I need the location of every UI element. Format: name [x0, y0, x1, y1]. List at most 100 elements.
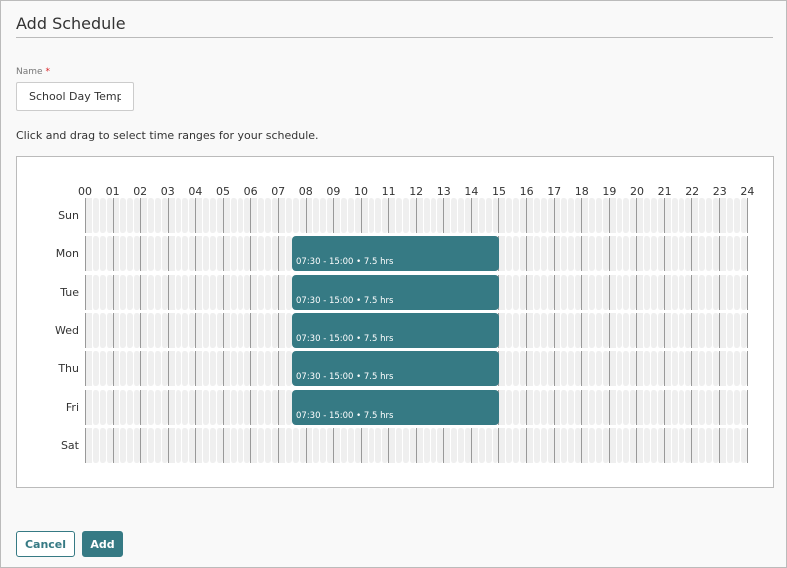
time-slot[interactable] — [650, 427, 657, 463]
time-slot[interactable] — [739, 389, 747, 425]
name-input[interactable] — [16, 82, 134, 111]
time-slot[interactable] — [167, 351, 175, 387]
time-slot[interactable] — [126, 198, 134, 233]
time-slot[interactable] — [732, 274, 740, 310]
time-slot[interactable] — [526, 312, 533, 348]
time-slot[interactable] — [229, 274, 237, 310]
time-slot[interactable] — [119, 198, 127, 233]
time-slot[interactable] — [670, 312, 678, 348]
time-slot[interactable] — [250, 312, 258, 348]
time-slot[interactable] — [691, 427, 699, 463]
time-slot[interactable] — [670, 351, 678, 387]
time-slot[interactable] — [105, 351, 113, 387]
time-slot[interactable] — [105, 389, 113, 425]
time-slot[interactable] — [705, 312, 713, 348]
time-slot[interactable] — [663, 236, 671, 272]
time-slot[interactable] — [243, 389, 251, 425]
time-slot[interactable] — [236, 427, 244, 463]
time-slot[interactable] — [670, 389, 678, 425]
time-slot[interactable] — [181, 389, 189, 425]
time-slot[interactable] — [601, 389, 609, 425]
time-slot[interactable] — [395, 198, 402, 233]
time-slot[interactable] — [656, 198, 664, 233]
time-slot[interactable] — [539, 351, 547, 387]
time-slot[interactable] — [656, 312, 664, 348]
time-slot[interactable] — [271, 427, 278, 463]
time-slot[interactable] — [712, 312, 719, 348]
time-slot[interactable] — [140, 389, 148, 425]
time-slot[interactable] — [271, 351, 278, 387]
time-slot[interactable] — [718, 274, 726, 310]
time-slot[interactable] — [698, 198, 706, 233]
time-slot[interactable] — [85, 312, 92, 348]
time-slot[interactable] — [346, 427, 354, 463]
time-slot[interactable] — [650, 312, 657, 348]
time-slot[interactable] — [291, 198, 299, 233]
time-slot[interactable] — [725, 427, 733, 463]
time-slot[interactable] — [629, 312, 637, 348]
time-slot[interactable] — [546, 427, 554, 463]
time-slot[interactable] — [126, 351, 134, 387]
time-slot[interactable] — [147, 198, 154, 233]
time-slot[interactable] — [601, 427, 609, 463]
time-slot[interactable] — [243, 236, 251, 272]
time-slot[interactable] — [388, 198, 396, 233]
time-slot[interactable] — [98, 427, 106, 463]
time-slot[interactable] — [215, 427, 223, 463]
time-slot[interactable] — [718, 198, 726, 233]
time-slot[interactable] — [229, 236, 237, 272]
time-slot[interactable] — [718, 236, 726, 272]
time-slot[interactable] — [174, 389, 182, 425]
time-slot[interactable] — [119, 389, 127, 425]
time-slot[interactable] — [712, 198, 719, 233]
time-slot[interactable] — [725, 274, 733, 310]
time-slot[interactable] — [636, 274, 644, 310]
time-slot[interactable] — [588, 198, 595, 233]
time-slot[interactable] — [160, 274, 168, 310]
time-slot[interactable] — [277, 351, 285, 387]
time-slot[interactable] — [470, 198, 478, 233]
time-slot[interactable] — [636, 198, 644, 233]
time-slot[interactable] — [512, 427, 520, 463]
time-slot[interactable] — [339, 427, 347, 463]
time-slot[interactable] — [195, 274, 203, 310]
time-slot[interactable] — [174, 198, 182, 233]
time-slot[interactable] — [284, 236, 292, 272]
time-slot[interactable] — [505, 274, 513, 310]
time-slot[interactable] — [167, 389, 175, 425]
time-slot[interactable] — [519, 351, 526, 387]
time-slot[interactable] — [560, 236, 568, 272]
time-slot[interactable] — [429, 198, 437, 233]
time-slot[interactable] — [374, 198, 382, 233]
time-slot[interactable] — [112, 198, 120, 233]
time-slot[interactable] — [277, 274, 285, 310]
time-slot[interactable] — [291, 427, 299, 463]
time-slot[interactable] — [519, 389, 526, 425]
time-slot[interactable] — [436, 427, 444, 463]
time-slot[interactable] — [622, 312, 630, 348]
time-slot[interactable] — [284, 198, 292, 233]
time-slot[interactable] — [243, 427, 251, 463]
time-slot[interactable] — [312, 198, 320, 233]
time-slot[interactable] — [229, 312, 237, 348]
time-slot[interactable] — [567, 389, 575, 425]
time-slot[interactable] — [691, 351, 699, 387]
time-slot[interactable] — [202, 389, 210, 425]
time-slot[interactable] — [553, 389, 561, 425]
time-slot[interactable] — [663, 351, 671, 387]
time-slot[interactable] — [718, 351, 726, 387]
time-slot[interactable] — [85, 389, 92, 425]
time-slot[interactable] — [663, 427, 671, 463]
time-slot[interactable] — [532, 427, 540, 463]
time-slot[interactable] — [560, 198, 568, 233]
time-slot[interactable] — [739, 427, 747, 463]
time-slot[interactable] — [636, 389, 644, 425]
time-slot[interactable] — [581, 351, 589, 387]
time-slot[interactable] — [181, 236, 189, 272]
time-slot[interactable] — [222, 236, 230, 272]
time-slot[interactable] — [408, 427, 416, 463]
time-slot[interactable] — [553, 312, 561, 348]
time-slot[interactable] — [119, 312, 127, 348]
time-slot[interactable] — [415, 427, 423, 463]
time-slot[interactable] — [119, 427, 127, 463]
